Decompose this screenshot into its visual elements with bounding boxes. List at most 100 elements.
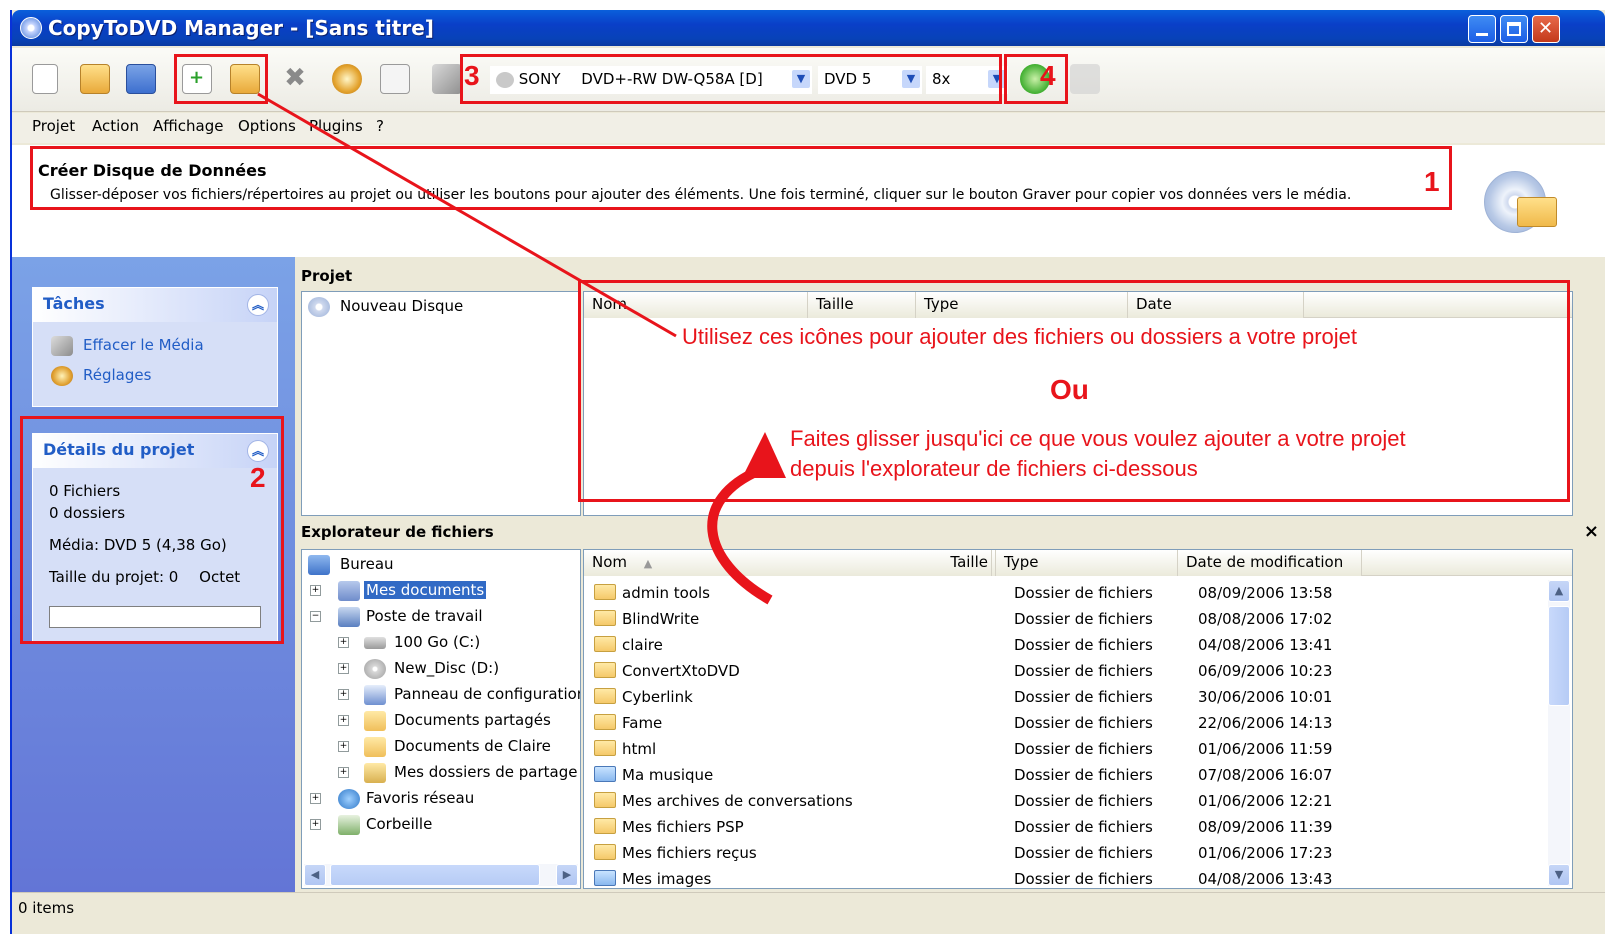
expand-icon[interactable]: + [338,715,349,726]
column-modified[interactable]: Date de modification [1178,550,1362,576]
file-name: Cyberlink [622,688,693,706]
file-row[interactable]: claire Dossier de fichiers 04/08/2006 13:4… [584,632,1572,658]
file-type: Dossier de fichiers [1014,792,1153,810]
file-date: 07/08/2006 16:07 [1198,766,1333,784]
column-size[interactable]: Taille [808,292,916,318]
expand-icon[interactable]: + [338,689,349,700]
tree-horizontal-scrollbar[interactable]: ◀ ▶ [304,864,578,886]
add-folder-icon[interactable] [230,64,260,94]
maximize-button[interactable] [1500,15,1528,43]
title-bar: CopyToDVD Manager - [Sans titre] ✕ [12,10,1605,46]
collapse-icon[interactable]: ︽ [247,294,269,316]
task-erase-media[interactable]: Effacer le Média [33,330,277,360]
folder-icon [364,711,386,731]
speed-select[interactable]: 8x ▼ [926,66,1008,94]
file-row[interactable]: Mes images Dossier de fichiers 04/08/2006 … [584,866,1572,888]
optical-drive-icon [364,659,386,679]
file-row[interactable]: Ma musique Dossier de fichiers 07/08/2006 … [584,762,1572,788]
project-size-label: Taille du projet: 0 [49,568,179,586]
add-files-icon[interactable]: + [182,64,212,94]
task-label: Réglages [83,366,152,384]
file-row[interactable]: Mes archives de conversations Dossier de … [584,788,1572,814]
file-date: 04/08/2006 13:43 [1198,870,1333,888]
expand-icon[interactable]: + [310,793,321,804]
expand-icon[interactable]: + [338,663,349,674]
annotation-number-1: 1 [1424,166,1440,197]
collapse-icon[interactable]: − [310,611,321,622]
files-count: 0 Fichiers [49,482,121,500]
scroll-thumb[interactable] [1548,606,1570,706]
column-size[interactable]: Taille [910,550,996,576]
expand-icon[interactable]: + [338,637,349,648]
remove-icon[interactable]: ✖ [280,64,310,94]
network-icon [338,789,360,809]
menu-options[interactable]: Options [238,117,296,135]
scroll-right-icon[interactable]: ▶ [556,864,578,886]
scroll-up-icon[interactable]: ▲ [1548,580,1570,602]
menu-action[interactable]: Action [92,117,139,135]
menu-affichage[interactable]: Affichage [153,117,223,135]
task-settings[interactable]: Réglages [33,360,277,390]
expand-icon[interactable]: + [310,819,321,830]
column-date[interactable]: Date [1128,292,1304,318]
file-row[interactable]: BlindWrite Dossier de fichiers 08/08/2006 … [584,606,1572,632]
file-row[interactable]: Mes fichiers PSP Dossier de fichiers 08/09… [584,814,1572,840]
expand-icon[interactable]: + [310,585,321,596]
disc-icon [308,297,330,317]
tasks-panel-header[interactable]: Tâches ︽ [33,288,277,322]
media-type-value: DVD 5 [824,70,872,88]
annotation-text-icons: Utilisez ces icônes pour ajouter des fic… [682,324,1357,349]
recycle-bin-icon [338,815,360,835]
expand-icon[interactable]: + [338,767,349,778]
folder-icon [594,610,616,626]
details-panel-header[interactable]: Détails du projet ︽ [33,434,277,468]
tree-label: Favoris réseau [366,789,475,807]
menu-help[interactable]: ? [376,117,384,135]
tree-label: New_Disc (D:) [394,659,500,677]
explorer-tree[interactable]: Bureau + Mes documents − Poste de travai… [301,549,581,889]
scroll-down-icon[interactable]: ▼ [1548,864,1570,886]
column-type[interactable]: Type [996,550,1178,576]
column-name[interactable]: Nom [584,292,808,318]
file-type: Dossier de fichiers [1014,870,1153,888]
file-row[interactable]: Cyberlink Dossier de fichiers 30/06/2006 1… [584,684,1572,710]
file-name: Mes fichiers reçus [622,844,757,862]
menu-plugins[interactable]: Plugins [309,117,363,135]
column-type[interactable]: Type [916,292,1128,318]
close-explorer-button[interactable]: × [1584,521,1599,542]
minimize-button[interactable] [1468,15,1496,43]
computer-icon [338,607,360,627]
save-project-icon[interactable] [126,64,156,94]
scroll-thumb[interactable] [330,864,540,886]
chevron-down-icon: ▼ [792,70,810,88]
speed-value: 8x [932,70,951,88]
tree-label: 100 Go (C:) [394,633,481,651]
folder-icon [594,870,616,886]
settings-icon[interactable] [332,64,362,94]
new-project-icon[interactable] [32,64,58,94]
file-name: BlindWrite [622,610,700,628]
menu-projet[interactable]: Projet [32,117,75,135]
column-name-label: Nom [592,553,628,571]
media-type-select[interactable]: DVD 5 ▼ [818,66,922,94]
task-label: Effacer le Média [83,336,204,354]
file-row[interactable]: html Dossier de fichiers 01/06/2006 11:59 [584,736,1572,762]
project-details-panel: Détails du projet ︽ 0 Fichiers 0 dossier… [32,433,278,643]
file-row[interactable]: admin tools Dossier de fichiers 08/09/2006… [584,580,1572,606]
file-list-vertical-scrollbar[interactable]: ▲ ▼ [1548,580,1570,886]
file-row[interactable]: Fame Dossier de fichiers 22/06/2006 14:13 [584,710,1572,736]
project-tree[interactable]: Nouveau Disque [301,291,581,516]
file-row[interactable]: Mes fichiers reçus Dossier de fichiers 01/… [584,840,1572,866]
explorer-file-list[interactable]: Nom ▲ Taille Type Date de modification a… [583,549,1573,889]
scroll-left-icon[interactable]: ◀ [304,864,326,886]
expand-icon[interactable]: + [338,741,349,752]
tree-label: Nouveau Disque [340,297,464,315]
erase-icon[interactable] [432,64,462,94]
drive-select[interactable]: SONY DVD+-RW DW-Q58A [D] ▼ [490,66,812,94]
close-window-button[interactable]: ✕ [1532,15,1560,43]
collapse-icon[interactable]: ︽ [247,440,269,462]
file-row[interactable]: ConvertXtoDVD Dossier de fichiers 06/09/20… [584,658,1572,684]
open-project-icon[interactable] [80,64,110,94]
properties-icon[interactable] [380,64,410,94]
folder-icon [1517,197,1557,227]
